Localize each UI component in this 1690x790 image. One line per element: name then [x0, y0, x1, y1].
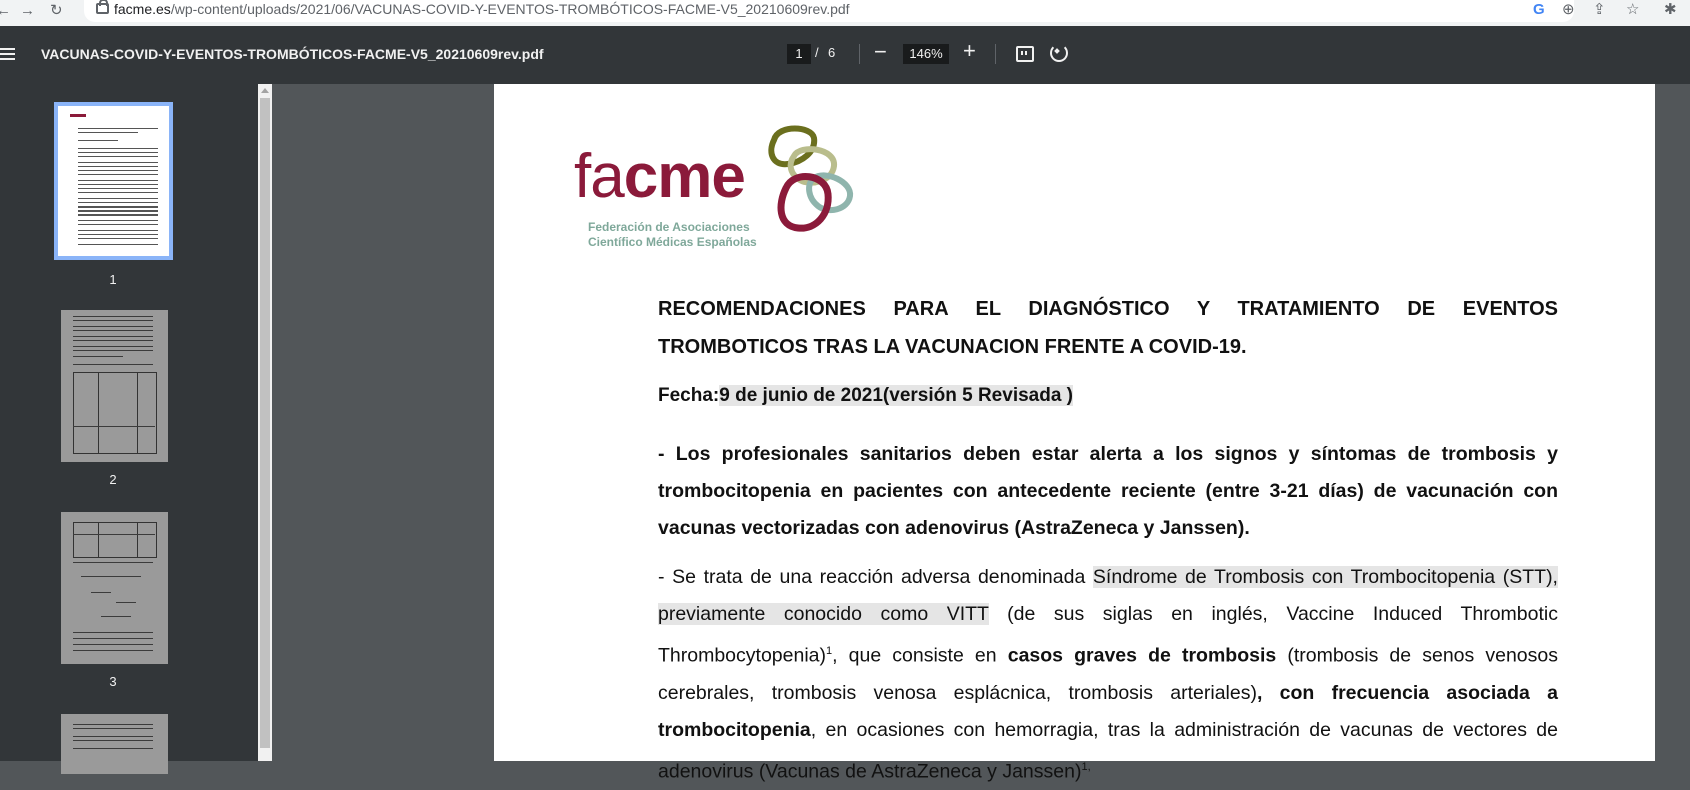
share-icon[interactable]: ⇪ — [1593, 1, 1606, 19]
date-label: Fecha: — [658, 385, 720, 406]
page-separator: / — [815, 45, 819, 60]
fit-page-icon[interactable] — [1016, 46, 1034, 62]
scroll-up-arrow-icon[interactable] — [261, 88, 269, 93]
logo-wordmark: facme — [574, 142, 746, 211]
pdf-page: facme Federación de Asociaciones Científ… — [494, 84, 1655, 782]
reload-icon[interactable]: ↻ — [50, 2, 63, 20]
zoom-in-button[interactable]: + — [963, 38, 976, 64]
back-icon[interactable]: ← — [0, 2, 11, 20]
zoom-out-button[interactable]: − — [874, 39, 887, 65]
url-domain: facme.es — [114, 1, 171, 17]
thumbnail-sidebar: 1 2 3 — [0, 84, 258, 774]
logo-subtitle: Federación de Asociaciones Científico Mé… — [588, 220, 757, 249]
date-value: 9 de junio de 2021(versión 5 Revisada ) — [719, 385, 1074, 406]
forward-icon[interactable]: → — [20, 2, 35, 20]
browser-address-bar: ← → ↻ facme.es/wp-content/uploads/2021/0… — [0, 0, 1690, 26]
url-path: /wp-content/uploads/2021/06/VACUNAS-COVI… — [170, 1, 850, 17]
toolbar-divider — [859, 44, 860, 64]
logo-mark-icon — [768, 125, 853, 232]
thumbnail-page-1[interactable] — [54, 102, 173, 260]
menu-icon[interactable] — [0, 48, 16, 62]
lock-icon[interactable] — [96, 0, 109, 14]
date-line: Fecha:9 de junio de 2021(versión 5 Revis… — [658, 381, 1558, 411]
thumbnail-page-4[interactable] — [61, 714, 168, 774]
page-number-input[interactable]: 1 — [787, 44, 811, 64]
scrollbar-thumb[interactable] — [260, 98, 270, 748]
thumbnail-page-3[interactable] — [61, 512, 168, 664]
google-icon[interactable]: G — [1533, 1, 1545, 19]
thumbnail-page-2[interactable] — [61, 310, 168, 462]
zoom-level-input[interactable]: 146% — [903, 44, 949, 64]
sidebar-scrollbar[interactable] — [258, 84, 272, 761]
thumbnail-label-2: 2 — [109, 472, 117, 487]
rotate-icon[interactable] — [1050, 44, 1068, 62]
document-title: VACUNAS-COVID-Y-EVENTOS-TROMBÓTICOS-FACM… — [41, 46, 544, 62]
description-paragraph: - Se trata de una reacción adversa denom… — [658, 566, 1558, 782]
zoom-icon[interactable]: ⊕ — [1562, 1, 1575, 19]
page-total: 6 — [828, 45, 836, 60]
document-heading: RECOMENDACIONES PARA EL DIAGNÓSTICO Y TR… — [658, 298, 1558, 358]
thumbnail-label-1: 1 — [109, 272, 117, 287]
alert-paragraph: - Los profesionales sanitarios deben est… — [658, 443, 1558, 539]
url-text[interactable]: facme.es/wp-content/uploads/2021/06/VACU… — [114, 1, 850, 17]
toolbar-divider — [995, 44, 996, 64]
pdf-toolbar: VACUNAS-COVID-Y-EVENTOS-TROMBÓTICOS-FACM… — [0, 26, 1690, 84]
bookmark-star-icon[interactable]: ☆ — [1626, 1, 1639, 19]
page-content: RECOMENDACIONES PARA EL DIAGNÓSTICO Y TR… — [658, 290, 1558, 790]
extensions-icon[interactable]: ✱ — [1664, 1, 1677, 19]
thumbnail-label-3: 3 — [109, 674, 117, 689]
